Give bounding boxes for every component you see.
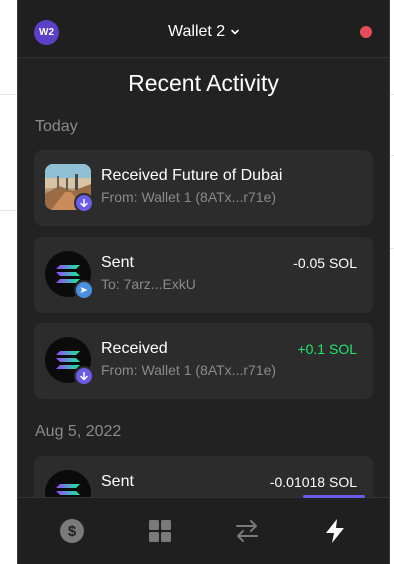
wallet-switcher[interactable]: Wallet 2 (168, 21, 240, 43)
activity-item[interactable]: Sent To: 7arz...ExkU -0.05 SOL (34, 237, 373, 313)
activity-item[interactable]: Received From: Wallet 1 (8ATx...r71e) +0… (34, 323, 373, 399)
section-label-date: Aug 5, 2022 (35, 423, 122, 440)
activity-thumbnail (45, 164, 94, 213)
activity-title: Received (101, 340, 168, 357)
receive-arrow-icon (74, 193, 94, 213)
top-bar: W2 Wallet 2 (18, 0, 389, 58)
activity-item[interactable]: Received Future of Dubai From: Wallet 1 … (34, 150, 373, 226)
nav-swap[interactable] (234, 518, 260, 544)
activity-amount: +0.1 SOL (297, 341, 357, 357)
activity-title: Sent (101, 254, 134, 271)
section-label-today: Today (35, 118, 78, 135)
activity-amount: -0.05 SOL (293, 255, 357, 271)
nav-balances[interactable]: $ (59, 518, 85, 544)
activity-subtitle: From: Wallet 1 (8ATx...r71e) (101, 189, 277, 205)
dollar-icon: $ (60, 519, 84, 543)
wallet-popup: W2 Wallet 2 Recent Activity Today Receiv… (18, 0, 389, 564)
chevron-down-icon (231, 29, 240, 35)
activity-subtitle: From: Wallet 1 (8ATx...r71e) (101, 362, 277, 378)
nav-activity[interactable] (322, 518, 348, 544)
swap-icon (236, 520, 258, 542)
activity-title: Received Future of Dubai (101, 167, 283, 184)
active-tab-indicator (303, 495, 365, 498)
nav-collectibles[interactable] (147, 518, 173, 544)
connection-status-dot[interactable] (360, 26, 372, 38)
activity-thumbnail (45, 251, 94, 300)
send-arrow-icon (74, 280, 94, 300)
activity-amount: -0.01018 SOL (269, 474, 357, 490)
activity-subtitle: To: 7arz...ExkU (101, 276, 196, 292)
activity-thumbnail (45, 337, 94, 386)
avatar-initials: W2 (39, 27, 54, 38)
activity-title: Sent (101, 473, 134, 490)
page-title: Recent Activity (128, 70, 279, 96)
receive-arrow-icon (74, 366, 94, 386)
wallet-name: Wallet 2 (168, 23, 226, 40)
svg-text:$: $ (68, 523, 77, 540)
bottom-nav: $ (18, 495, 389, 564)
lightning-icon (326, 519, 344, 543)
wallet-avatar[interactable]: W2 (34, 20, 59, 45)
grid-icon (149, 520, 171, 542)
